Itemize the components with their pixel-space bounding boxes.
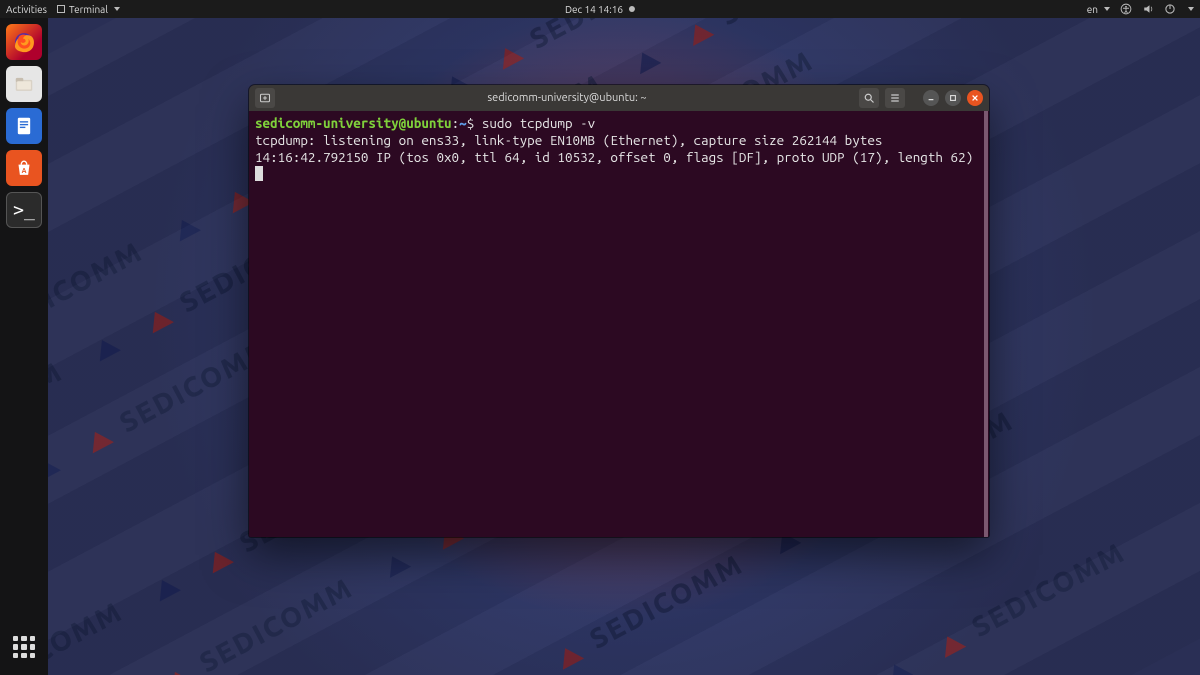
dock-files[interactable]: [6, 66, 42, 102]
terminal-viewport[interactable]: sedicomm-university@ubuntu:~$ sudo tcpdu…: [249, 111, 989, 537]
search-button[interactable]: [859, 88, 879, 108]
new-tab-icon: [259, 92, 271, 104]
terminal-line-prompt: sedicomm-university@ubuntu:~$ sudo tcpdu…: [255, 115, 983, 132]
terminal-app-icon: [57, 5, 65, 13]
maximize-button[interactable]: [945, 90, 961, 106]
app-menu-label: Terminal: [69, 4, 108, 15]
close-button[interactable]: [967, 90, 983, 106]
system-menu-chevron-icon[interactable]: [1188, 7, 1194, 11]
dock-writer[interactable]: [6, 108, 42, 144]
svg-text:A: A: [22, 168, 27, 175]
show-applications-button[interactable]: [6, 629, 42, 665]
input-source-button[interactable]: en: [1087, 4, 1110, 15]
prompt-colon: :: [452, 115, 460, 131]
accessibility-svg-icon: [1120, 3, 1132, 15]
terminal-output-line: tcpdump: listening on ens33, link-type E…: [255, 132, 983, 149]
accessibility-icon[interactable]: [1120, 3, 1132, 15]
terminal-cursor: [255, 166, 263, 181]
hamburger-menu-button[interactable]: [885, 88, 905, 108]
shopping-bag-icon: A: [13, 157, 35, 179]
power-svg-icon: [1164, 3, 1176, 15]
new-tab-button[interactable]: [255, 88, 275, 108]
prompt-user: sedicomm-university@ubuntu: [255, 115, 452, 131]
chevron-down-icon: [114, 7, 120, 11]
minimize-button[interactable]: [923, 90, 939, 106]
gnome-top-bar: Activities Terminal Dec 14 14:16 en: [0, 0, 1200, 18]
activities-button[interactable]: Activities: [6, 4, 47, 15]
entered-command: sudo tcpdump -v: [482, 115, 595, 131]
terminal-title: sedicomm-university@ubuntu: ~: [281, 92, 853, 104]
dock: A >_: [0, 18, 48, 675]
clock-label[interactable]: Dec 14 14:16: [565, 4, 623, 15]
firefox-icon: [11, 29, 37, 55]
prompt-path: ~: [459, 115, 467, 131]
volume-icon[interactable]: [1142, 3, 1154, 15]
terminal-output-line: 14:16:42.792150 IP (tos 0x0, ttl 64, id …: [255, 149, 983, 166]
terminal-window: sedicomm-university@ubuntu: ~ sedicomm-u…: [249, 85, 989, 537]
hamburger-icon: [889, 92, 901, 104]
dock-terminal[interactable]: >_: [6, 192, 42, 228]
app-menu-button[interactable]: Terminal: [57, 4, 120, 15]
apps-grid-icon: [13, 636, 35, 658]
notification-dot-icon: [629, 6, 635, 12]
chevron-down-icon: [1104, 7, 1110, 11]
terminal-scrollbar[interactable]: [984, 111, 988, 537]
close-icon: [971, 94, 979, 102]
maximize-icon: [949, 94, 957, 102]
folder-icon: [13, 73, 35, 95]
dock-software[interactable]: A: [6, 150, 42, 186]
lang-label: en: [1087, 4, 1098, 15]
terminal-titlebar[interactable]: sedicomm-university@ubuntu: ~: [249, 85, 989, 111]
search-icon: [863, 92, 875, 104]
minimize-icon: [927, 94, 935, 102]
document-icon: [13, 115, 35, 137]
speaker-icon: [1142, 3, 1154, 15]
dock-firefox[interactable]: [6, 24, 42, 60]
power-icon[interactable]: [1164, 3, 1176, 15]
